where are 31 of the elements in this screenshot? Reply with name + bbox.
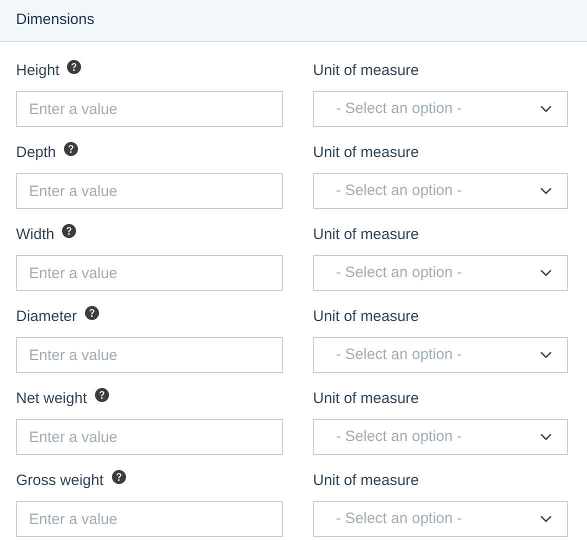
field-label: Height xyxy=(16,60,60,81)
input-field[interactable]: Enter a value xyxy=(16,91,283,127)
field-label: Gross weight xyxy=(16,470,104,491)
select-dropdown[interactable]: - Select an option - xyxy=(313,255,568,291)
select-dropdown[interactable]: - Select an option - xyxy=(313,173,568,209)
field-label: Unit of measure xyxy=(313,60,419,81)
field-label: Net weight xyxy=(16,388,87,409)
section-title: Dimensions xyxy=(16,10,94,30)
help-icon[interactable] xyxy=(112,470,126,484)
field-label: Width xyxy=(16,224,54,245)
help-icon[interactable] xyxy=(62,224,76,238)
input-field[interactable]: Enter a value xyxy=(16,255,283,291)
input-field[interactable]: Enter a value xyxy=(16,419,283,455)
field-label: Depth xyxy=(16,142,56,163)
help-icon[interactable] xyxy=(64,142,78,156)
select-dropdown[interactable]: - Select an option - xyxy=(313,337,568,373)
field-label: Unit of measure xyxy=(313,142,419,163)
select-dropdown[interactable]: - Select an option - xyxy=(313,91,568,127)
field-label: Unit of measure xyxy=(313,470,419,491)
field-label: Unit of measure xyxy=(313,224,419,245)
help-icon[interactable] xyxy=(84,306,99,320)
field-label: Unit of measure xyxy=(313,306,419,327)
input-field[interactable]: Enter a value xyxy=(16,173,283,209)
field-label: Diameter xyxy=(16,306,77,327)
input-field[interactable]: Enter a value xyxy=(16,501,283,537)
help-icon[interactable] xyxy=(94,388,109,402)
select-dropdown[interactable]: - Select an option - xyxy=(313,419,568,455)
input-field[interactable]: Enter a value xyxy=(16,337,283,373)
select-dropdown[interactable]: - Select an option - xyxy=(313,501,568,537)
help-icon[interactable] xyxy=(67,60,82,74)
field-label: Unit of measure xyxy=(313,388,419,409)
